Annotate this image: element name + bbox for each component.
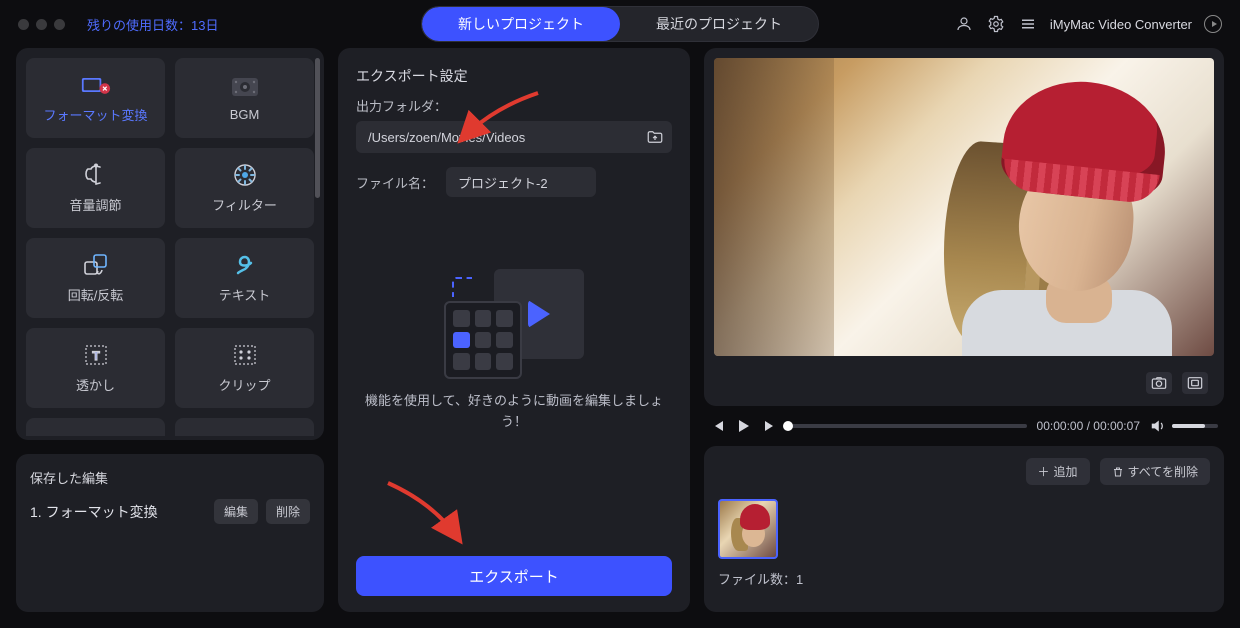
saved-edits-panel: 保存した編集 1. フォーマット変換 編集 削除: [16, 454, 324, 612]
traffic-zoom[interactable]: [54, 19, 65, 30]
clip-icon: [230, 343, 260, 367]
player-controls: 00:00:00 / 00:00:07: [704, 418, 1224, 434]
tool-rotate[interactable]: 回転/反転: [26, 238, 165, 318]
output-folder-label: 出力フォルダ：: [356, 96, 672, 115]
video-preview: [704, 48, 1224, 406]
saved-delete-button[interactable]: 削除: [266, 499, 310, 524]
plus-icon: ＋: [1038, 463, 1050, 480]
tool-watermark[interactable]: T 透かし: [26, 328, 165, 408]
volume-control[interactable]: [1150, 419, 1218, 433]
tool-filter[interactable]: フィルター: [175, 148, 314, 228]
top-bar: 残りの使用日数：13日 新しいプロジェクト 最近のプロジェクト iMyMac V…: [0, 0, 1240, 48]
filter-icon: [230, 163, 260, 187]
bgm-icon: [230, 75, 260, 99]
traffic-close[interactable]: [18, 19, 29, 30]
file-list-panel: ＋追加 すべてを削除 ファイル数：1: [704, 446, 1224, 612]
app-logo-icon: [1204, 15, 1222, 33]
settings-icon[interactable]: [986, 14, 1006, 34]
app-name-label: iMyMac Video Converter: [1050, 17, 1192, 32]
fullscreen-icon[interactable]: [1182, 372, 1208, 394]
filename-field[interactable]: プロジェクト-2: [446, 167, 596, 197]
top-right-controls: iMyMac Video Converter: [954, 14, 1222, 34]
window-controls: [18, 19, 65, 30]
volume-icon: [81, 163, 111, 187]
output-folder-field[interactable]: /Users/zoen/Movies/Videos: [356, 121, 672, 153]
export-section-title: エクスポート設定: [356, 66, 672, 86]
tool-label: フォーマット変換: [43, 105, 147, 124]
browse-folder-icon[interactable]: [646, 128, 664, 146]
tool-format-convert[interactable]: フォーマット変換: [26, 58, 165, 138]
account-icon[interactable]: [954, 14, 974, 34]
project-tab-switch: 新しいプロジェクト 最近のプロジェクト: [421, 6, 819, 42]
tools-panel: フォーマット変換 BGM 音量調節: [16, 48, 324, 440]
prev-button[interactable]: [710, 418, 726, 434]
tools-scrollbar[interactable]: [315, 58, 320, 198]
export-button[interactable]: エクスポート: [356, 556, 672, 596]
saved-edit-name: 1. フォーマット変換: [30, 502, 206, 522]
traffic-minimize[interactable]: [36, 19, 47, 30]
tool-label: フィルター: [212, 195, 277, 214]
saved-edit-button[interactable]: 編集: [214, 499, 258, 524]
tool-bgm[interactable]: BGM: [175, 58, 314, 138]
tool-label: 透かし: [76, 375, 115, 394]
add-file-button[interactable]: ＋追加: [1026, 458, 1090, 485]
snapshot-icon[interactable]: [1146, 372, 1172, 394]
tool-volume[interactable]: 音量調節: [26, 148, 165, 228]
tool-label: 音量調節: [69, 195, 121, 214]
delete-all-button[interactable]: すべてを削除: [1100, 458, 1210, 485]
file-count-label: ファイル数：1: [718, 569, 1210, 588]
progress-bar[interactable]: [788, 424, 1027, 428]
play-button[interactable]: [736, 418, 752, 434]
filename-value: プロジェクト-2: [458, 173, 548, 192]
tool-label: クリップ: [218, 375, 270, 394]
file-thumbnail[interactable]: [718, 499, 778, 559]
export-panel: エクスポート設定 出力フォルダ： /Users/zoen/Movies/Vide…: [338, 48, 690, 612]
format-convert-icon: [81, 73, 111, 97]
filename-label: ファイル名：: [356, 173, 434, 192]
tab-new-project[interactable]: 新しいプロジェクト: [422, 7, 620, 41]
time-display: 00:00:00 / 00:00:07: [1037, 419, 1140, 433]
tab-recent-projects[interactable]: 最近のプロジェクト: [620, 7, 818, 41]
tool-more-peek[interactable]: [175, 418, 314, 436]
tool-label: BGM: [230, 107, 260, 122]
tool-label: 回転/反転: [68, 285, 124, 304]
text-icon: [230, 253, 260, 277]
saved-edits-title: 保存した編集: [30, 468, 310, 487]
editor-illustration: [444, 269, 584, 379]
tool-label: テキスト: [219, 285, 271, 304]
watermark-icon: T: [81, 343, 111, 367]
tool-more-peek[interactable]: [26, 418, 165, 436]
video-frame[interactable]: [714, 58, 1214, 356]
tool-clip[interactable]: クリップ: [175, 328, 314, 408]
export-hint-text: 機能を使用して、好きのように動画を編集しましょう！: [356, 391, 672, 433]
rotate-icon: [81, 253, 111, 277]
svg-text:T: T: [92, 349, 100, 363]
menu-icon[interactable]: [1018, 14, 1038, 34]
trash-icon: [1112, 466, 1124, 478]
tool-text[interactable]: テキスト: [175, 238, 314, 318]
next-button[interactable]: [762, 418, 778, 434]
saved-edit-row: 1. フォーマット変換 編集 削除: [30, 499, 310, 524]
trial-days-label: 残りの使用日数：13日: [87, 15, 218, 34]
output-folder-value: /Users/zoen/Movies/Videos: [368, 130, 525, 145]
